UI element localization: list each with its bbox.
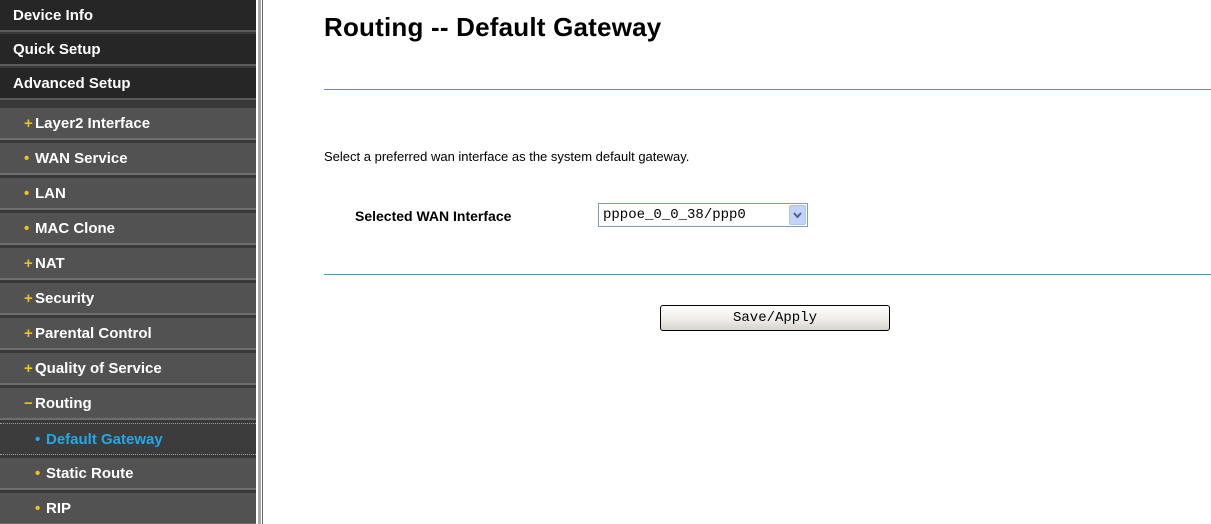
sidebar-item-label: Device Info — [13, 7, 94, 24]
save-apply-button[interactable]: Save/Apply — [660, 305, 890, 331]
main-content: Routing -- Default Gateway Select a pref… — [266, 0, 1211, 524]
bullet-icon: • — [24, 185, 30, 202]
sidebar-item-parental-control[interactable]: + Parental Control — [0, 318, 256, 350]
expand-plus-icon: + — [24, 255, 33, 272]
sidebar-item-quick-setup[interactable]: Quick Setup — [0, 34, 256, 66]
sidebar-item-rip[interactable]: • RIP — [0, 493, 256, 524]
sidebar-item-label: Security — [35, 290, 95, 307]
expand-plus-icon: + — [24, 115, 33, 132]
chevron-down-icon[interactable] — [789, 205, 806, 225]
sidebar-item-nat[interactable]: + NAT — [0, 248, 256, 280]
sidebar-item-quality-of-service[interactable]: + Quality of Service — [0, 353, 256, 385]
sidebar-item-label: LAN — [35, 185, 66, 202]
sidebar-item-label: Static Route — [46, 465, 134, 482]
wan-interface-label: Selected WAN Interface — [355, 208, 512, 224]
sidebar-item-wan-service[interactable]: • WAN Service — [0, 143, 256, 175]
sidebar-item-label: Parental Control — [35, 325, 152, 342]
bullet-icon: • — [35, 465, 41, 482]
page-description: Select a preferred wan interface as the … — [324, 149, 690, 164]
sidebar-item-mac-clone[interactable]: • MAC Clone — [0, 213, 256, 245]
sidebar-item-label: Routing — [35, 395, 92, 412]
bullet-icon: • — [35, 500, 41, 517]
bullet-icon: • — [24, 220, 30, 237]
frame-divider[interactable] — [256, 0, 266, 524]
wan-interface-select[interactable]: pppoe_0_0_38/ppp0 — [598, 203, 808, 227]
bottom-divider — [324, 274, 1211, 275]
sidebar-item-label: Quality of Service — [35, 360, 162, 377]
sidebar-item-advanced-setup[interactable]: Advanced Setup — [0, 68, 256, 100]
collapse-minus-icon: − — [24, 395, 33, 412]
sidebar-item-default-gateway[interactable]: • Default Gateway — [0, 423, 256, 455]
top-divider — [324, 89, 1211, 90]
router-admin-page: Device Info Quick Setup Advanced Setup +… — [0, 0, 1211, 524]
sidebar-item-static-route[interactable]: • Static Route — [0, 458, 256, 490]
sidebar-item-label: Quick Setup — [13, 41, 101, 58]
expand-plus-icon: + — [24, 360, 33, 377]
sidebar-item-lan[interactable]: • LAN — [0, 178, 256, 210]
sidebar-item-label: Layer2 Interface — [35, 115, 151, 132]
bullet-icon: • — [24, 150, 30, 167]
wan-interface-value: pppoe_0_0_38/ppp0 — [603, 207, 746, 223]
sidebar-item-label: NAT — [35, 255, 65, 272]
sidebar-item-label: Default Gateway — [46, 431, 163, 448]
expand-plus-icon: + — [24, 325, 33, 342]
sidebar-item-label: RIP — [46, 500, 72, 517]
divider-shadow — [262, 0, 263, 524]
sidebar-nav: Device Info Quick Setup Advanced Setup +… — [0, 0, 256, 524]
expand-plus-icon: + — [24, 290, 33, 307]
sidebar-item-security[interactable]: + Security — [0, 283, 256, 315]
sidebar-item-label: Advanced Setup — [13, 75, 131, 92]
sidebar-item-layer2-interface[interactable]: + Layer2 Interface — [0, 108, 256, 140]
sidebar-item-label: MAC Clone — [35, 220, 115, 237]
page-title: Routing -- Default Gateway — [324, 12, 662, 42]
sidebar-item-routing[interactable]: − Routing — [0, 388, 256, 420]
bullet-icon: • — [35, 431, 41, 448]
sidebar-item-device-info[interactable]: Device Info — [0, 0, 256, 32]
divider-bar — [258, 0, 261, 524]
chevron-down-glyph — [793, 212, 802, 219]
sidebar-item-label: WAN Service — [35, 150, 128, 167]
